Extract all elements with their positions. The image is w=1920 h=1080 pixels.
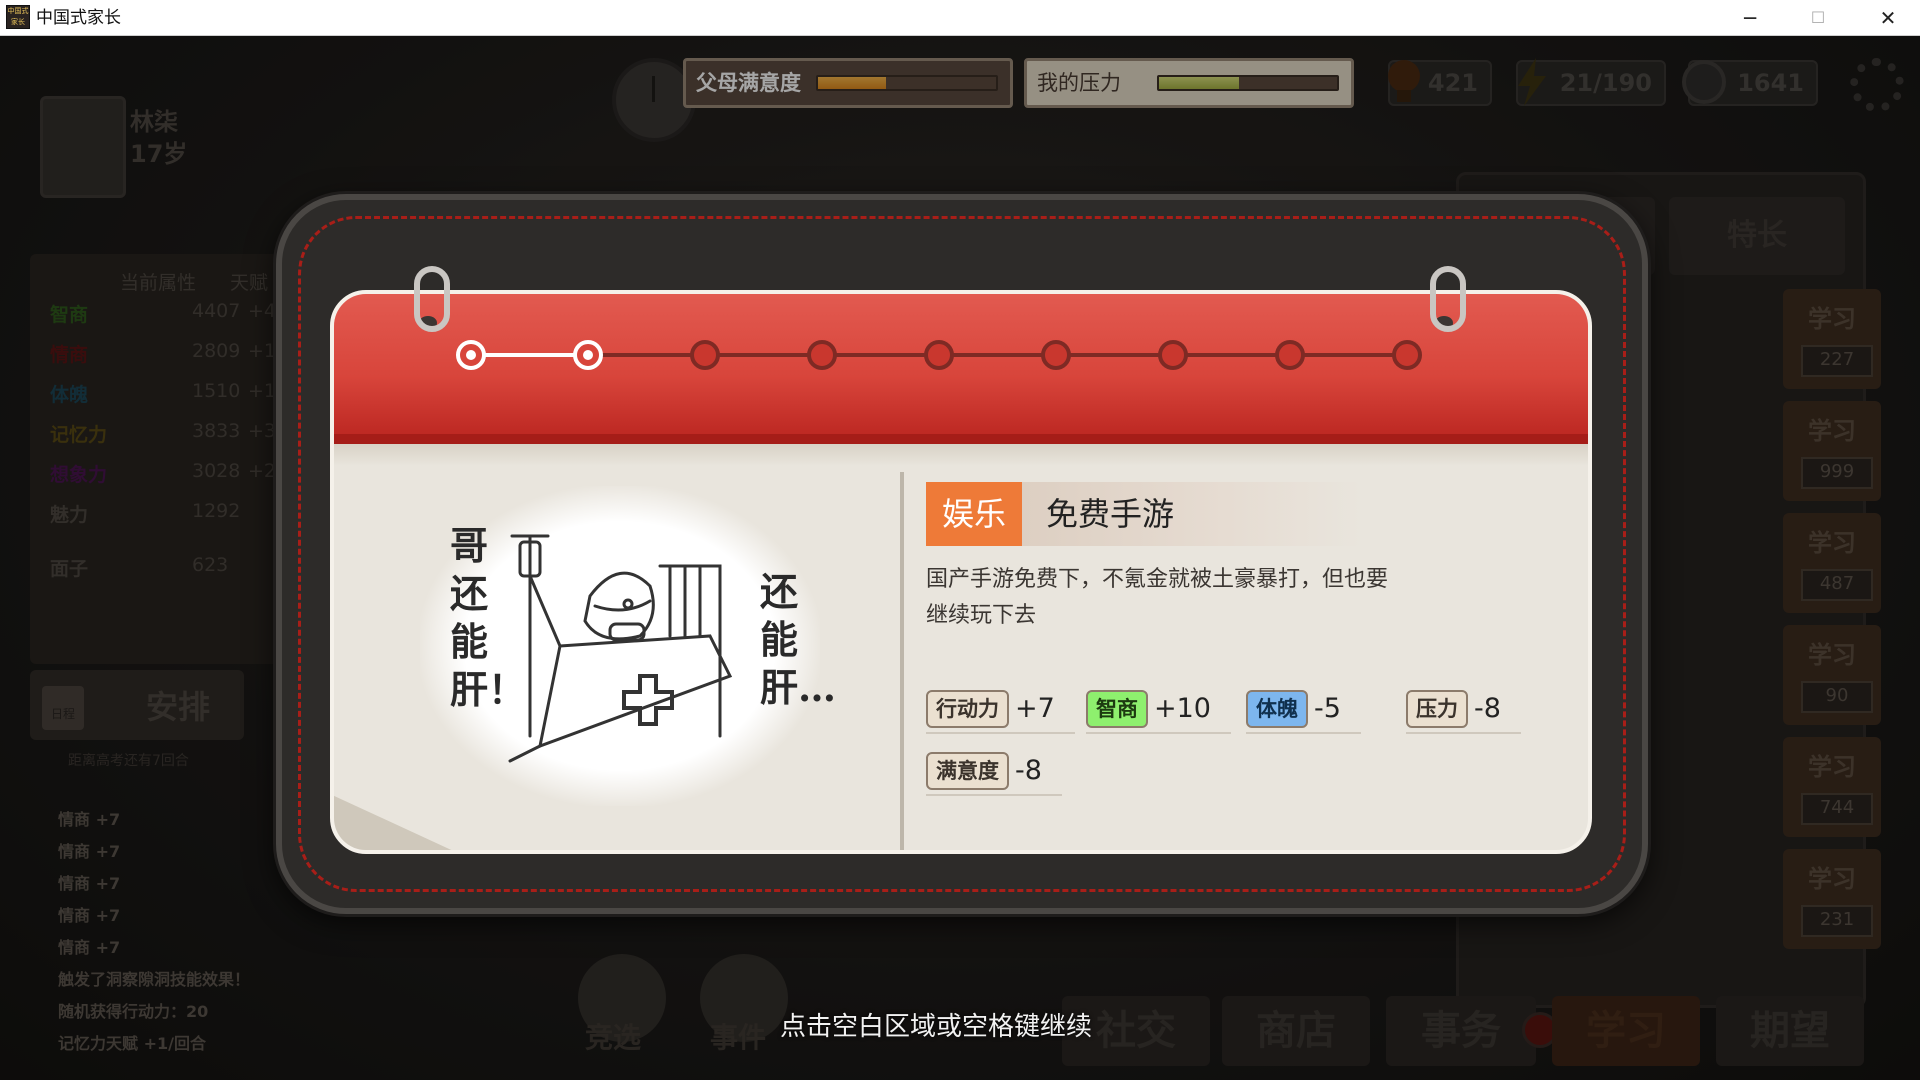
timeline-segment	[588, 353, 705, 357]
log-line: 记忆力天赋 +1/回合	[58, 1034, 206, 1053]
card-header	[334, 294, 1588, 444]
close-button[interactable]: ✕	[1858, 0, 1918, 36]
effect-item: 智商 +10	[1086, 690, 1231, 734]
timeline-node	[1041, 340, 1071, 370]
app-icon: 中国式家长	[6, 5, 30, 29]
log-line: 情商 +7	[58, 874, 121, 893]
timeline-node	[1158, 340, 1188, 370]
log-line: 随机获得行动力：20	[58, 1002, 209, 1021]
effect-label: 满意度	[926, 752, 1009, 790]
minimize-button[interactable]: ─	[1720, 0, 1780, 36]
effect-label: 行动力	[926, 690, 1009, 728]
event-illustration: 哥还能肝！ 还能肝…	[420, 486, 837, 806]
effect-label: 体魄	[1246, 690, 1308, 728]
event-title: 免费手游	[1022, 482, 1362, 546]
effect-item: 满意度 -8	[926, 752, 1062, 796]
effect-value: +10	[1154, 693, 1211, 724]
timeline-node	[807, 340, 837, 370]
binder-ring-left	[414, 266, 450, 332]
event-tag: 娱乐 免费手游	[926, 482, 1362, 546]
timeline-node	[1392, 340, 1422, 370]
effect-underline	[926, 794, 1062, 796]
log-line: 情商 +7	[58, 938, 121, 957]
binder-ring-right	[1430, 266, 1466, 332]
timeline-segment	[471, 353, 588, 357]
effect-item: 体魄 -5	[1246, 690, 1361, 734]
timeline-node	[690, 340, 720, 370]
log-line: 情商 +7	[58, 906, 121, 925]
effect-value: -8	[1474, 693, 1501, 724]
card-divider	[900, 472, 904, 850]
event-description: 国产手游免费下，不氪金就被土豪暴打，但也要继续玩下去	[926, 567, 1389, 628]
timeline-segment	[822, 353, 939, 357]
window-title: 中国式家长	[36, 8, 121, 28]
hospital-bed-drawing	[508, 534, 733, 763]
timeline-segment	[1173, 353, 1290, 357]
timeline-segment	[939, 353, 1056, 357]
effect-value: +7	[1015, 693, 1055, 724]
timeline-segment	[1290, 353, 1407, 357]
illustration-left-text: 哥还能肝！	[450, 523, 527, 712]
torn-edge	[334, 444, 1588, 466]
timeline-segment	[705, 353, 822, 357]
event-progress-timeline	[456, 340, 1422, 370]
event-category: 娱乐	[926, 482, 1022, 546]
timeline-node	[1275, 340, 1305, 370]
effect-underline	[1406, 732, 1521, 734]
effect-underline	[1086, 732, 1231, 734]
window-titlebar: 中国式家长 中国式家长 ─ ☐ ✕	[0, 0, 1920, 36]
illustration-right-text: 还能肝…	[760, 569, 837, 710]
effect-label: 智商	[1086, 690, 1148, 728]
effect-value: -5	[1314, 693, 1341, 724]
continue-hint[interactable]: 点击空白区域或空格键继续	[780, 1006, 1092, 1043]
effect-underline	[926, 732, 1075, 734]
timeline-node	[924, 340, 954, 370]
effect-item: 压力 -8	[1406, 690, 1521, 734]
timeline-segment	[1056, 353, 1173, 357]
timeline-node	[456, 340, 486, 370]
log-line: 情商 +7	[58, 810, 121, 829]
header-band	[334, 434, 1588, 444]
effect-underline	[1246, 732, 1361, 734]
log-line: 触发了洞察隙洞技能效果！	[58, 970, 251, 989]
log-line: 情商 +7	[58, 842, 121, 861]
timeline-node	[573, 340, 603, 370]
effect-label: 压力	[1406, 690, 1468, 728]
effect-item: 行动力 +7	[926, 690, 1075, 734]
maximize-button[interactable]: ☐	[1788, 0, 1848, 36]
effect-value: -8	[1015, 755, 1042, 786]
